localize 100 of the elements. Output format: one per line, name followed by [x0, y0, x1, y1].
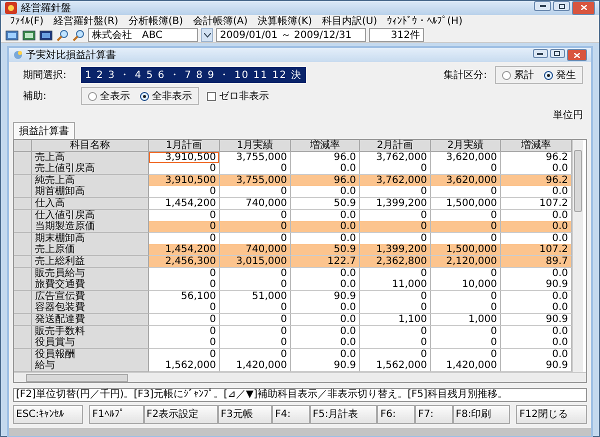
table-cell: 3,755,000: [220, 174, 291, 187]
radio-button[interactable]: [140, 92, 149, 100]
table-cell: 3,910,500: [149, 174, 220, 187]
field-label: 補助:: [23, 90, 48, 103]
sparkle-icon: [13, 50, 23, 60]
table-cell: 2,362,800: [360, 256, 431, 268]
table-cell: 1,454,200: [149, 198, 220, 210]
row-header: [14, 244, 32, 256]
period-selector[interactable]: 1 2 3 ・ 4 5 6 ・ 7 8 9 ・ 10 11 12 決: [81, 67, 306, 83]
checkbox[interactable]: [207, 92, 216, 100]
company-field[interactable]: 株式会社 ABC: [88, 28, 198, 42]
checkbox-label: ゼロ非表示: [219, 90, 269, 103]
row-header: [14, 232, 32, 245]
table-cell: 1,562,000: [360, 360, 431, 372]
table-cell: 0.0: [291, 163, 360, 176]
menu-item[interactable]: 分析帳簿(B): [123, 15, 188, 28]
radio-label: 発生: [556, 68, 576, 82]
menu-item[interactable]: 経営羅針盤(R): [48, 15, 124, 28]
table-cell: 0.0: [291, 279, 360, 292]
table-cell: 90.9: [501, 360, 572, 372]
table-cell: 2,456,300: [149, 256, 220, 268]
table-cell: 0: [149, 314, 220, 326]
unit-label: 単位円: [553, 109, 583, 122]
menu-item[interactable]: 会計帳簿(A): [188, 15, 253, 28]
menu-item[interactable]: ﾌｧｲﾙ(F): [5, 15, 49, 28]
table-cell: 90.9: [291, 360, 360, 372]
table-cell: 1,562,000: [149, 360, 220, 372]
menu-item[interactable]: 決算帳簿(K): [252, 15, 318, 28]
radio-button[interactable]: [544, 70, 553, 80]
row-header: [14, 268, 32, 280]
row-header: [14, 163, 32, 176]
table-cell: 0: [149, 221, 220, 234]
table-cell: 0: [360, 337, 431, 350]
table-cell: 0: [149, 186, 220, 198]
table-cell: 740,000: [220, 244, 291, 256]
hint-text: [F2]単位切替(円／千円)。[F3]元帳にｼﾞｬﾝﾌﾟ。[⊿／▼]補助科目表示／非表示切り替え。[F5]科目残月別推移。: [13, 388, 587, 402]
table-cell: 売上原価: [32, 244, 149, 256]
table-cell: 0: [360, 163, 431, 176]
radio-button[interactable]: [502, 70, 511, 80]
magnifier-icon[interactable]: [72, 28, 85, 42]
row-header: [14, 152, 32, 164]
table-cell: 90.9: [501, 314, 572, 326]
maximize-icon: [558, 4, 564, 9]
dropdown-button[interactable]: [201, 28, 213, 42]
monitor-icon[interactable]: [5, 28, 19, 42]
function-key-button[interactable]: F3元帳: [218, 404, 272, 424]
table-cell: 107.2: [501, 244, 572, 256]
scrollbar[interactable]: [572, 140, 583, 372]
period-field[interactable]: 2009/01/01 ～ 2009/12/31: [216, 28, 366, 42]
minimize-icon: [540, 5, 546, 8]
table-cell: 0: [149, 279, 220, 292]
radio-label: 全非表示: [152, 90, 192, 103]
header-cell: [14, 140, 32, 152]
table-cell: 0: [431, 186, 501, 198]
table-cell: 0: [149, 337, 220, 350]
menu-item[interactable]: 科目内訳(U): [317, 15, 382, 28]
close-icon: [580, 5, 586, 10]
close-button[interactable]: [566, 49, 587, 61]
menu-item[interactable]: ｳｨﾝﾄﾞｳ・ﾍﾙﾌﾟ(H): [382, 15, 468, 28]
row-header: [14, 221, 32, 234]
minimize-button[interactable]: [534, 1, 551, 12]
function-key-button[interactable]: F4:: [272, 404, 310, 424]
chevron-icon: [204, 32, 210, 38]
app-icon: [5, 2, 17, 14]
magnifier-icon[interactable]: [56, 28, 69, 42]
maximize-button[interactable]: [550, 49, 565, 58]
function-key-button[interactable]: F2表示設定: [144, 404, 218, 424]
table-cell: 役員賞与: [32, 337, 149, 350]
radio-label: 全表示: [100, 90, 130, 103]
close-button[interactable]: [572, 1, 595, 15]
table-cell: 0.0: [501, 163, 572, 176]
function-key-button[interactable]: F7:: [415, 404, 453, 424]
table-cell: 740,000: [220, 198, 291, 210]
table-cell: 0: [220, 302, 291, 314]
function-key-button[interactable]: F6:: [377, 404, 416, 424]
minimize-button[interactable]: [532, 49, 548, 58]
function-key-button[interactable]: F5:月計表: [310, 404, 378, 424]
table-cell: 0.0: [291, 302, 360, 314]
table-cell: 0.0: [291, 186, 360, 198]
table-cell: 0.0: [501, 221, 572, 234]
table-cell: 1,500,000: [431, 198, 501, 210]
row-header: [14, 348, 32, 361]
radio-button[interactable]: [88, 92, 97, 100]
function-key-button[interactable]: F8:印刷: [452, 404, 510, 424]
table-cell: 0.0: [291, 221, 360, 234]
function-key-button[interactable]: F12閉じる: [516, 404, 588, 424]
table-cell: 122.7: [291, 256, 360, 268]
function-key-button[interactable]: ESC:ｷｬﾝｾﾙ: [13, 404, 84, 424]
radio-label: 累計: [514, 68, 534, 82]
row-header: [14, 186, 32, 198]
table-cell: 0.0: [291, 337, 360, 350]
tab[interactable]: 損益計算書: [13, 122, 75, 139]
table-cell: 3,620,000: [431, 174, 501, 187]
function-key-button[interactable]: F1ﾍﾙﾌﾟ: [89, 404, 144, 424]
table-cell: 販売員給与: [32, 268, 149, 280]
close-icon: [574, 52, 580, 58]
maximize-button[interactable]: [553, 1, 570, 12]
scrollbar[interactable]: [14, 372, 586, 382]
table-cell: 0: [431, 337, 501, 350]
row-header: [14, 337, 32, 350]
